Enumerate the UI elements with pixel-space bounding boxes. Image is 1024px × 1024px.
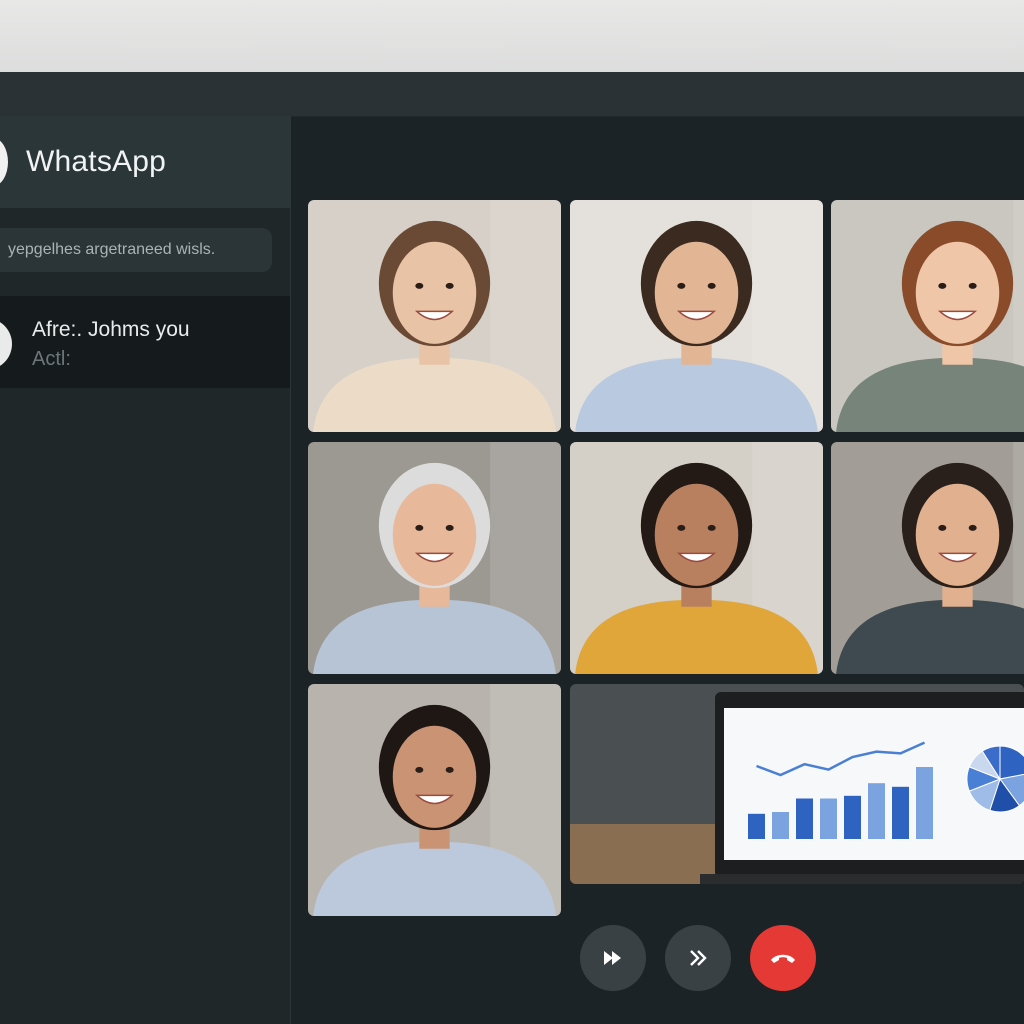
face (392, 483, 477, 586)
participant-video (308, 684, 561, 916)
fast-forward-icon (604, 951, 621, 965)
screen-share-tile[interactable] (570, 684, 1024, 884)
participant-tile-2[interactable] (570, 200, 823, 432)
eye (445, 282, 454, 289)
end-call-button[interactable] (750, 925, 816, 991)
bar-mark (820, 798, 837, 839)
search-input[interactable] (8, 228, 258, 272)
participant-tile-7[interactable] (308, 684, 561, 916)
participant-tile-6[interactable] (831, 442, 1024, 674)
bar-mark (916, 767, 933, 839)
skip-forward-icon (690, 950, 707, 966)
eye (938, 282, 947, 289)
search-box[interactable] (0, 228, 272, 272)
whatsapp-window: WhatsApp Afre:. Johms you Actl: (0, 72, 1024, 1024)
screen-share-video (570, 684, 1024, 884)
bar-mark (868, 783, 885, 839)
sidebar: WhatsApp Afre:. Johms you Actl: (0, 116, 291, 1024)
bar-mark (796, 798, 813, 839)
participant-video (570, 442, 823, 674)
fast-forward-button[interactable] (580, 925, 646, 991)
face (654, 241, 739, 344)
eye (677, 282, 686, 289)
eye (445, 766, 454, 773)
sidebar-header: WhatsApp (0, 116, 290, 208)
end-call-icon (771, 954, 795, 963)
participant-video (308, 200, 561, 432)
participant-video (831, 442, 1024, 674)
bar-mark (772, 812, 789, 839)
participant-video (831, 200, 1024, 432)
call-controls (0, 925, 1024, 991)
skip-button[interactable] (665, 925, 731, 991)
participant-tile-4[interactable] (308, 442, 561, 674)
participant-tile-5[interactable] (570, 442, 823, 674)
eye (968, 282, 977, 289)
avatar (0, 318, 12, 370)
laptop-base (700, 874, 1024, 884)
participant-tile-3[interactable] (831, 200, 1024, 432)
chat-name: Afre:. Johms you (32, 318, 190, 341)
face (392, 725, 477, 828)
eye (415, 282, 424, 289)
bar-mark (892, 786, 909, 839)
participant-video (308, 442, 561, 674)
eye (938, 524, 947, 531)
bar-mark (844, 795, 861, 839)
eye (677, 524, 686, 531)
eye (445, 524, 454, 531)
eye (707, 282, 716, 289)
bar-mark (748, 813, 765, 839)
background-wall (0, 0, 1024, 72)
chat-preview: Actl: (32, 348, 71, 370)
face (392, 241, 477, 344)
face (915, 483, 1000, 586)
eye (415, 524, 424, 531)
desk (570, 824, 720, 884)
window-titlebar (0, 72, 1024, 117)
participant-tile-1[interactable] (308, 200, 561, 432)
participant-video (570, 200, 823, 432)
face (654, 483, 739, 586)
eye (707, 524, 716, 531)
chat-list-item[interactable]: Afre:. Johms you Actl: (0, 296, 290, 388)
eye (415, 766, 424, 773)
app-title: WhatsApp (26, 145, 166, 178)
eye (968, 524, 977, 531)
whatsapp-logo-icon (0, 138, 8, 186)
face (915, 241, 1000, 344)
